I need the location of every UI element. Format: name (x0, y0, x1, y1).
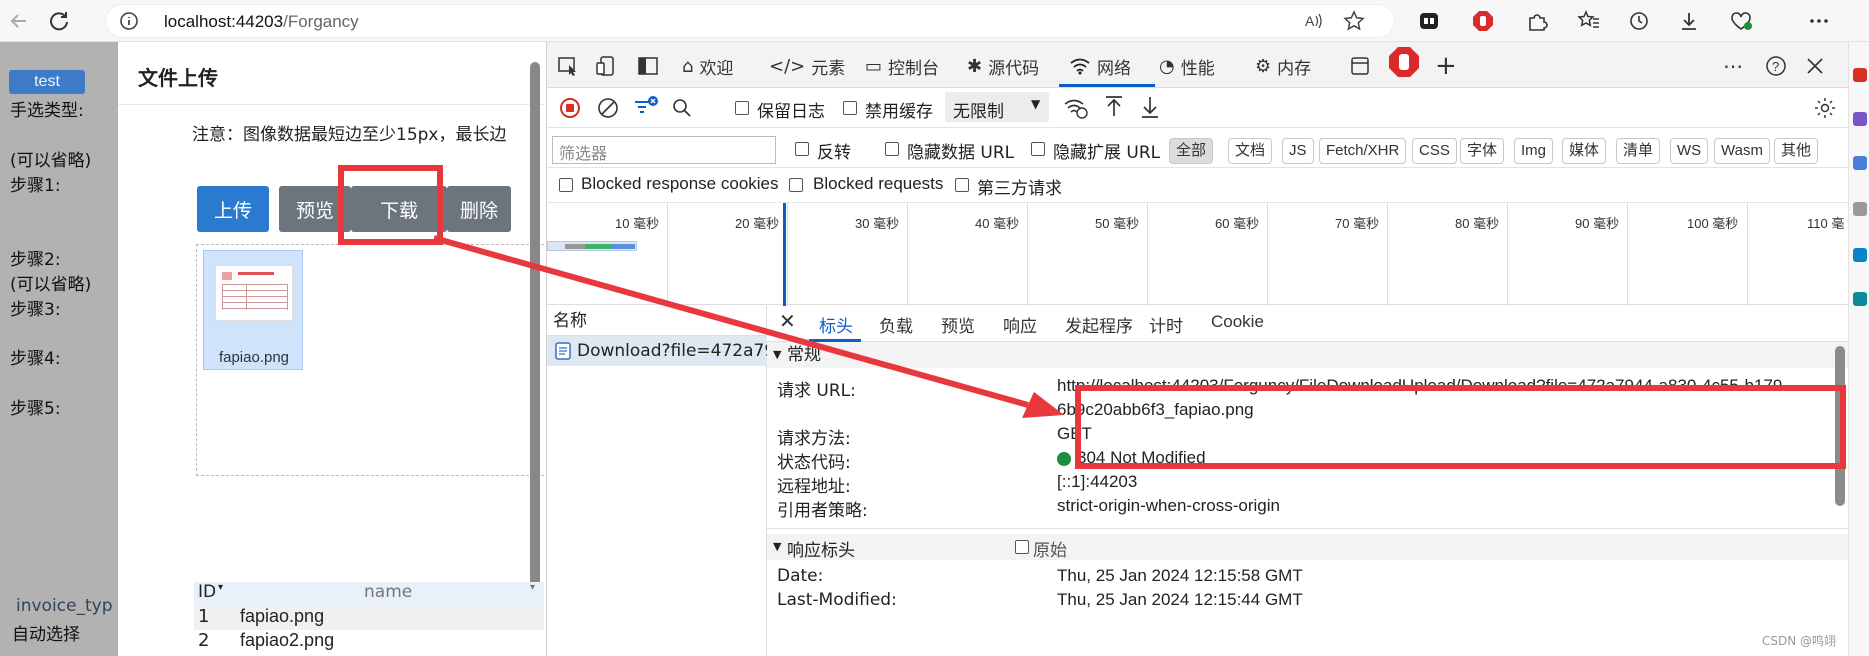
url-highlight-box (1075, 385, 1846, 469)
annotation-arrow-line (433, 235, 1029, 408)
watermark: CSDN @鸣翊 (1762, 634, 1837, 648)
annotation-arrow-head (1022, 392, 1064, 418)
annotation-overlay (338, 165, 1846, 469)
download-highlight-box (338, 165, 443, 245)
